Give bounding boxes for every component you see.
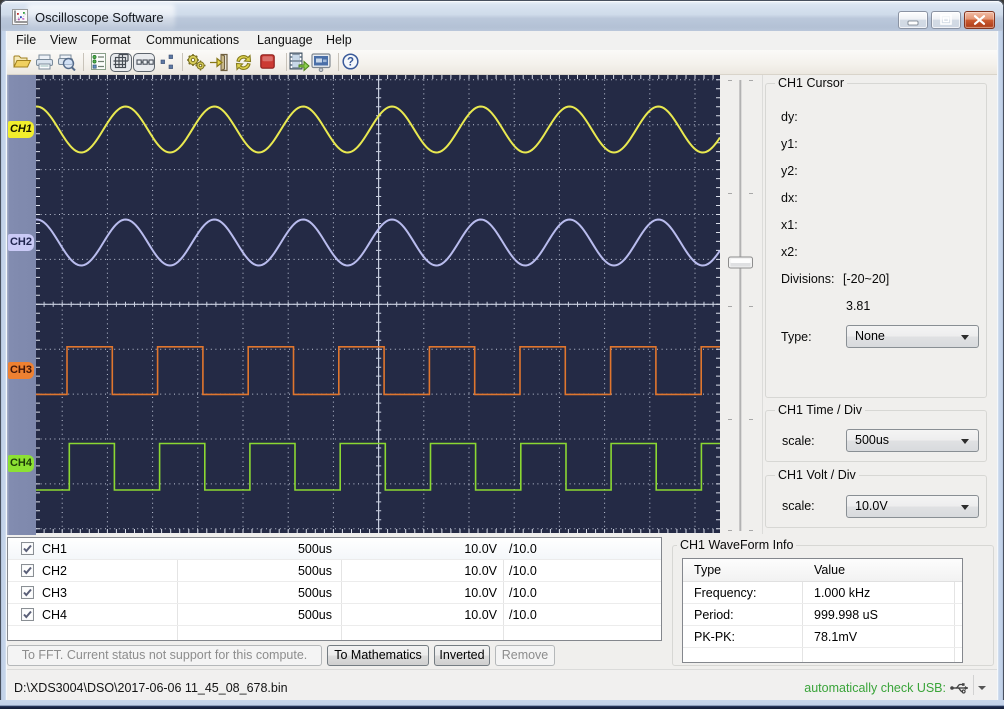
svg-text:?: ? [346,56,353,68]
